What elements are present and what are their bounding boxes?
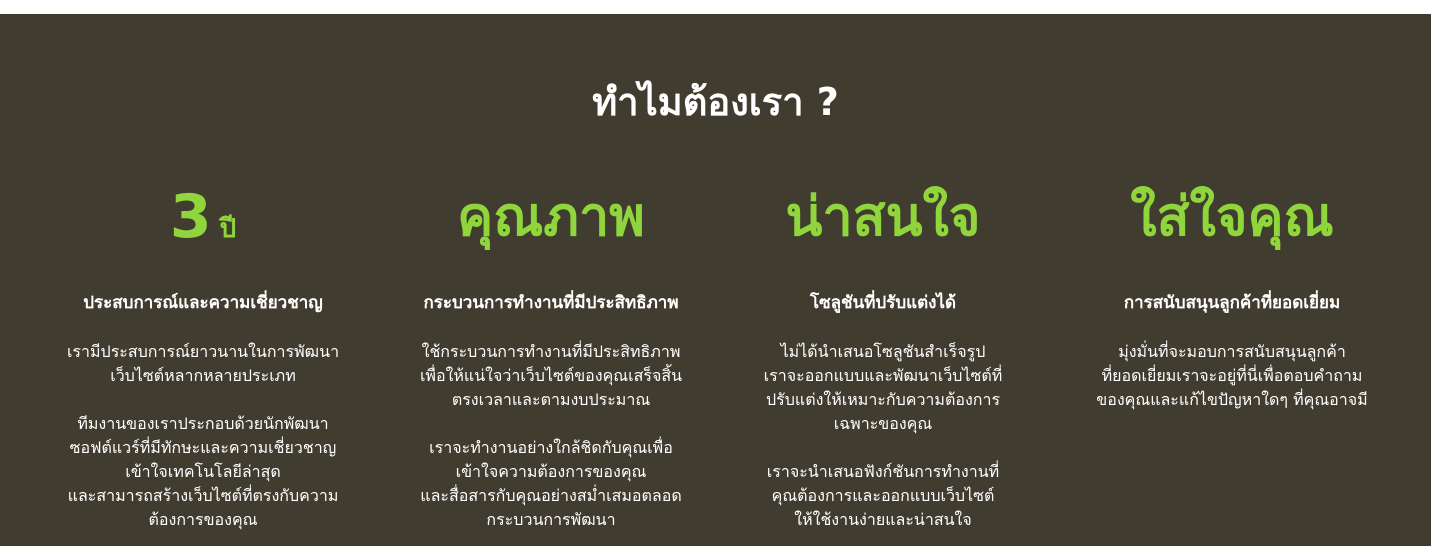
paragraph-line: ให้ใช้งานง่ายและน่าสนใจ (794, 510, 972, 529)
paragraph-line: เรามีประสบการณ์ยาวนานในการพัฒนา (66, 342, 340, 361)
paragraph-line: เฉพาะของคุณ (833, 414, 933, 433)
feature-column-quality: คุณภาพ กระบวนการทำงานที่มีประสิทธิภาพ ใช… (386, 174, 716, 532)
feature-highlight: น่าสนใจ (785, 185, 981, 248)
feature-subtitle: กระบวนการทำงานที่มีประสิทธิภาพ (423, 293, 679, 313)
feature-subtitle: โซลูชันที่ปรับแต่งได้ (809, 293, 957, 313)
why-us-section: ทำไมต้องเรา ? 3 ปี ประสบการณ์และความเชี่ย… (0, 14, 1431, 546)
paragraph-line: ใช้กระบวนการทำงานที่มีประสิทธิภาพ (421, 342, 681, 361)
paragraph-line: เข้าใจความต้องการของคุณ (455, 462, 647, 481)
feature-column-experience: 3 ปี ประสบการณ์และความเชี่ยวชาญ เรามีประส… (38, 174, 368, 532)
feature-paragraph: มุ่งมั่นที่จะมอบการสนับสนุนลูกค้า ที่ยอด… (1067, 340, 1397, 412)
feature-highlight: 3 ปี (38, 174, 368, 260)
experience-years-unit: ปี (219, 214, 237, 244)
paragraph-line: ตรงเวลาและตามงบประมาณ (451, 390, 651, 409)
feature-paragraph: เราจะนำเสนอฟังก์ชันการทำงานที่ คุณต้องกา… (718, 460, 1048, 532)
feature-paragraph: ใช้กระบวนการทำงานที่มีประสิทธิภาพ เพื่อใ… (386, 340, 716, 412)
paragraph-line: ซอฟต์แวร์ที่มีทักษะและความเชี่ยวชาญ (69, 438, 337, 457)
paragraph-line: ทีมงานของเราประกอบด้วยนักพัฒนา (77, 414, 329, 433)
paragraph-line: เราจะนำเสนอฟังก์ชันการทำงานที่ (766, 462, 1000, 481)
paragraph-line: เราจะออกแบบและพัฒนาเว็บไซต์ที่ (763, 366, 1003, 385)
feature-paragraph: เรามีประสบการณ์ยาวนานในการพัฒนา เว็บไซต์… (38, 340, 368, 388)
paragraph-line: ไม่ได้นำเสนอโซลูชันสำเร็จรูป (780, 342, 986, 361)
feature-paragraph: ไม่ได้นำเสนอโซลูชันสำเร็จรูป เราจะออกแบบ… (718, 340, 1048, 436)
experience-years-number: 3 (169, 182, 212, 252)
paragraph-line: และสามารถสร้างเว็บไซต์ที่ตรงกับความ (67, 486, 339, 505)
feature-paragraph: เราจะทำงานอย่างใกล้ชิดกับคุณเพื่อ เข้าใจ… (386, 436, 716, 532)
paragraph-line: ที่ยอดเยี่ยมเราจะอยู่ที่นี่เพื่อตอบคำถาม (1101, 366, 1363, 385)
paragraph-line: เราจะทำงานอย่างใกล้ชิดกับคุณเพื่อ (429, 438, 673, 457)
paragraph-line: กระบวนการพัฒนา (486, 510, 616, 529)
feature-highlight: ใส่ใจคุณ (1130, 185, 1334, 248)
feature-highlight: คุณภาพ (457, 185, 645, 248)
paragraph-line: มุ่งมั่นที่จะมอบการสนับสนุนลูกค้า (1118, 342, 1346, 361)
section-title: ทำไมต้องเรา ? (592, 80, 839, 124)
top-strip (0, 0, 1431, 14)
paragraph-line: เข้าใจเทคโนโลยีล่าสุด (125, 462, 281, 481)
paragraph-line: และสื่อสารกับคุณอย่างสม่ำเสมอตลอด (420, 486, 682, 505)
paragraph-line: เพื่อให้แน่ใจว่าเว็บไซต์ของคุณเสร็จสิ้น (419, 366, 683, 385)
paragraph-line: คุณต้องการและออกแบบเว็บไซต์ (771, 486, 995, 505)
paragraph-line: ต้องการของคุณ (148, 510, 258, 529)
feature-column-customer-care: ใส่ใจคุณ การสนับสนุนลูกค้าที่ยอดเยี่ยม ม… (1067, 174, 1397, 412)
paragraph-line: ของคุณและแก้ไขปัญหาใดๆ ที่คุณอาจมี (1096, 390, 1368, 409)
feature-subtitle: ประสบการณ์และความเชี่ยวชาญ (83, 293, 323, 313)
paragraph-line: ปรับแต่งให้เหมาะกับความต้องการ (765, 390, 1001, 409)
feature-subtitle: การสนับสนุนลูกค้าที่ยอดเยี่ยม (1123, 293, 1341, 313)
feature-column-interesting: น่าสนใจ โซลูชันที่ปรับแต่งได้ ไม่ได้นำเส… (718, 174, 1048, 532)
paragraph-line: เว็บไซต์หลากหลายประเภท (110, 366, 296, 385)
feature-paragraph: ทีมงานของเราประกอบด้วยนักพัฒนา ซอฟต์แวร์… (38, 412, 368, 532)
